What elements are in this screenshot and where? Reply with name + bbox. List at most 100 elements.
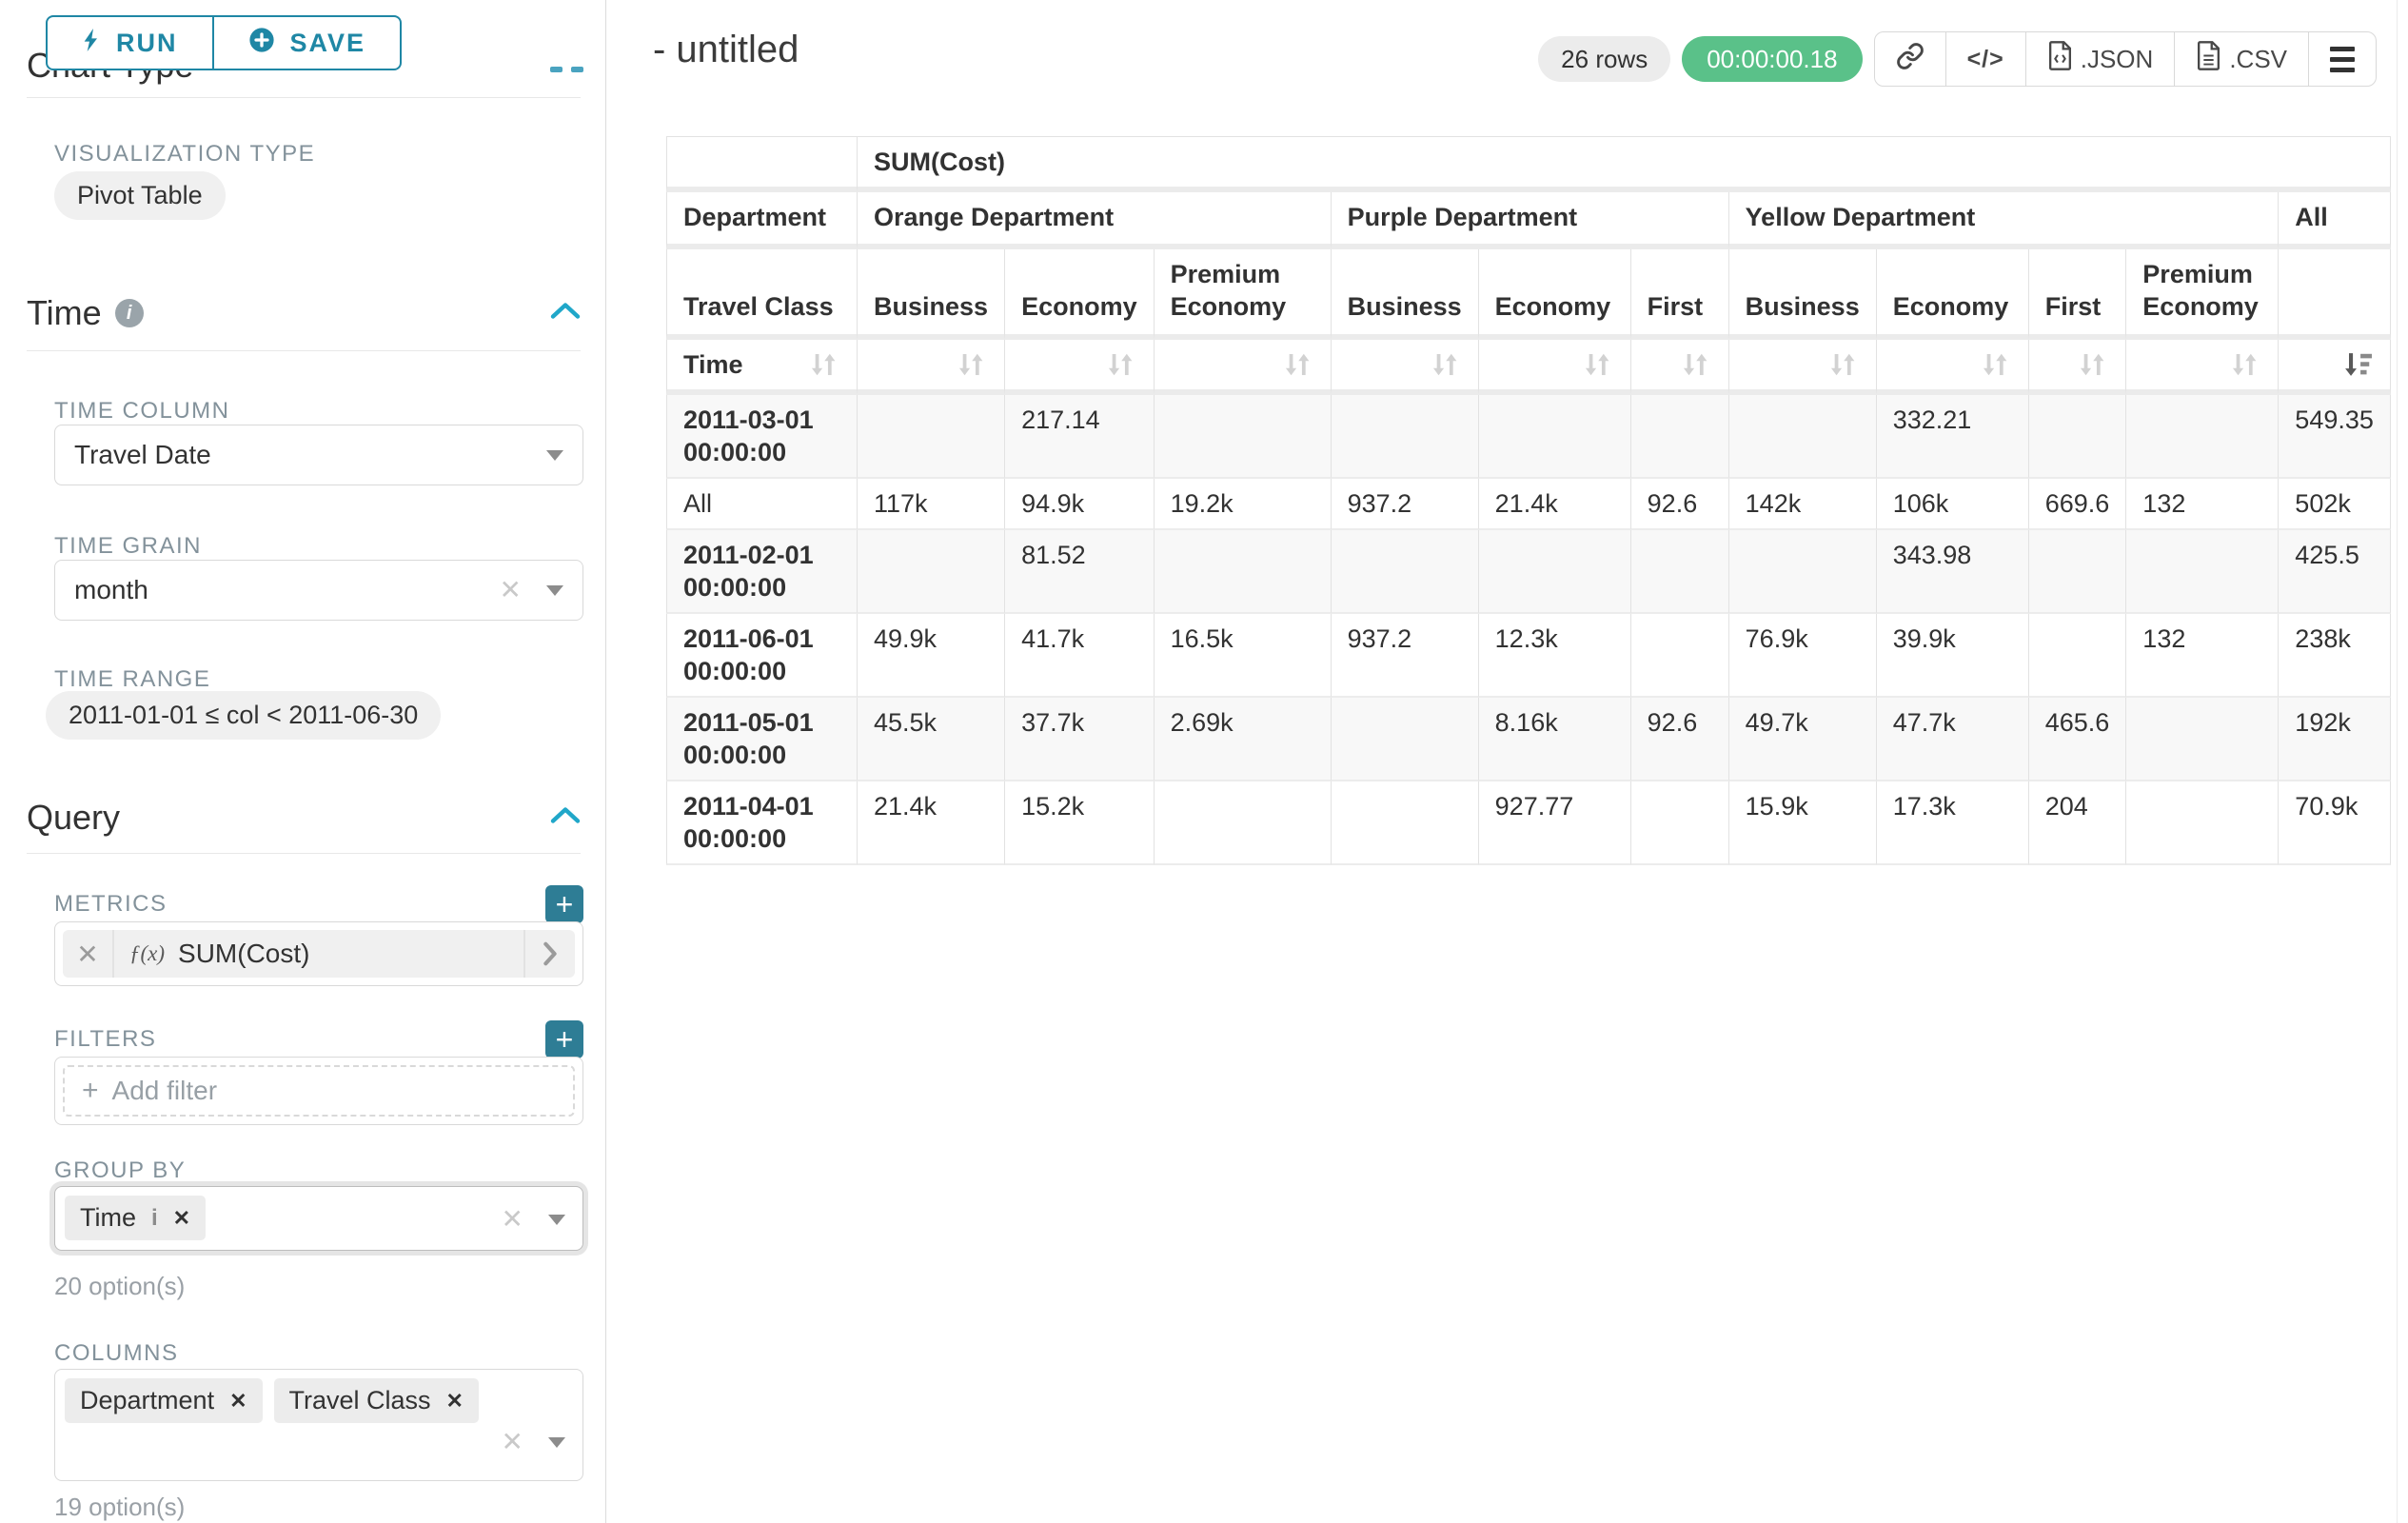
remove-tag-icon[interactable]: ✕ <box>446 1389 464 1414</box>
sortable-column-header[interactable] <box>2279 340 2391 395</box>
export-json-button[interactable]: .JSON <box>2026 32 2176 86</box>
share-link-button[interactable] <box>1875 32 1946 86</box>
sort-neutral-icon[interactable] <box>2227 348 2261 381</box>
chevron-up-icon[interactable] <box>550 806 581 829</box>
sort-neutral-icon[interactable] <box>806 348 840 381</box>
selected-option-tag[interactable]: Timei✕ <box>65 1196 206 1240</box>
clear-icon[interactable]: ✕ <box>502 1429 523 1455</box>
view-query-button[interactable]: </> <box>1946 32 2026 86</box>
sort-neutral-icon[interactable] <box>1280 348 1314 381</box>
sort-neutral-icon[interactable] <box>1978 348 2012 381</box>
chevron-fragment-icon <box>550 67 563 72</box>
travel-class-header: Premium Economy <box>2126 249 2279 340</box>
travel-class-header: First <box>2029 249 2127 340</box>
value-cell <box>1631 530 1729 614</box>
sortable-column-header[interactable]: Time <box>666 340 858 395</box>
add-filter-dropzone[interactable]: + Add filter <box>63 1065 575 1117</box>
value-cell: 37.7k <box>1005 698 1155 781</box>
sortable-column-header[interactable] <box>1877 340 2029 395</box>
time-grain-select[interactable]: month ✕ <box>54 560 583 621</box>
sort-desc-icon[interactable] <box>2339 348 2374 381</box>
filters-label: FILTERS <box>54 1026 156 1053</box>
travel-class-header: Business <box>1332 249 1479 340</box>
time-grain-label: TIME GRAIN <box>54 533 202 560</box>
group-by-select[interactable]: Timei✕ ✕ <box>54 1186 583 1251</box>
row-header-cell: 2011-06-01 00:00:00 <box>666 614 858 698</box>
add-metric-button[interactable]: + <box>545 885 583 923</box>
info-icon[interactable]: i <box>115 299 144 327</box>
save-button[interactable]: SAVE <box>212 15 403 70</box>
clear-icon[interactable]: ✕ <box>502 1206 523 1233</box>
value-cell: 15.2k <box>1005 781 1155 865</box>
travel-class-header: Business <box>858 249 1005 340</box>
value-cell: 70.9k <box>2279 781 2391 865</box>
sortable-column-header[interactable] <box>1005 340 1155 395</box>
sortable-column-header[interactable] <box>858 340 1005 395</box>
metric-item[interactable]: ✕ ƒ(x) SUM(Cost) <box>63 930 575 978</box>
function-icon: ƒ(x) <box>129 941 165 966</box>
selected-option-tag[interactable]: Department✕ <box>65 1378 263 1423</box>
value-cell: 2.69k <box>1155 698 1332 781</box>
chevron-down-icon[interactable] <box>548 1437 565 1448</box>
chevron-right-icon[interactable] <box>523 930 575 978</box>
sortable-column-header[interactable] <box>2029 340 2127 395</box>
value-cell <box>1729 395 1877 479</box>
sort-neutral-icon[interactable] <box>1580 348 1614 381</box>
remove-metric-icon[interactable]: ✕ <box>63 930 114 978</box>
corner-cell <box>666 136 858 192</box>
sort-neutral-icon[interactable] <box>1428 348 1462 381</box>
remove-tag-icon[interactable]: ✕ <box>229 1389 247 1414</box>
clear-icon[interactable]: ✕ <box>500 577 522 603</box>
selected-option-tag[interactable]: Travel Class✕ <box>274 1378 479 1423</box>
sortable-column-header[interactable] <box>1729 340 1877 395</box>
time-range-pill[interactable]: 2011-01-01 ≤ col < 2011-06-30 <box>46 691 441 740</box>
csv-file-icon <box>2196 41 2221 77</box>
viz-type-pill[interactable]: Pivot Table <box>54 171 226 220</box>
travel-class-header <box>2279 249 2391 340</box>
group-by-label: GROUP BY <box>54 1157 186 1184</box>
scroll-edge-divider <box>2397 0 2398 1523</box>
table-row: All117k94.9k19.2k937.221.4k92.6142k106k6… <box>666 479 2391 530</box>
sortable-column-header[interactable] <box>1479 340 1631 395</box>
sort-neutral-icon[interactable] <box>2075 348 2109 381</box>
filters-label-row: FILTERS + <box>54 1020 583 1058</box>
value-cell: 15.9k <box>1729 781 1877 865</box>
value-cell: 343.98 <box>1877 530 2029 614</box>
chevron-down-icon[interactable] <box>548 1215 565 1225</box>
value-cell: 238k <box>2279 614 2391 698</box>
value-cell: 332.21 <box>1877 395 2029 479</box>
sortable-column-header[interactable] <box>1631 340 1729 395</box>
sortable-column-header[interactable] <box>2126 340 2279 395</box>
remove-tag-icon[interactable]: ✕ <box>173 1206 190 1231</box>
columns-options-hint: 19 option(s) <box>54 1493 185 1522</box>
columns-select[interactable]: Department✕Travel Class✕ ✕ <box>54 1369 583 1481</box>
run-button[interactable]: RUN <box>46 15 214 70</box>
viz-type-label: VISUALIZATION TYPE <box>54 141 315 168</box>
info-icon[interactable]: i <box>151 1205 158 1232</box>
value-cell: 927.77 <box>1479 781 1631 865</box>
link-icon <box>1896 42 1924 77</box>
sort-neutral-icon[interactable] <box>954 348 988 381</box>
value-cell: 132 <box>2126 479 2279 530</box>
add-filter-button[interactable]: + <box>545 1020 583 1058</box>
time-section-header[interactable]: Time i <box>27 293 581 333</box>
row-axis-label-cell: Travel Class <box>666 249 858 340</box>
sort-neutral-icon[interactable] <box>1678 348 1712 381</box>
menu-button[interactable] <box>2309 32 2376 86</box>
sort-neutral-icon[interactable] <box>1103 348 1137 381</box>
code-icon: </> <box>1967 46 2004 73</box>
value-cell <box>2126 781 2279 865</box>
export-csv-button[interactable]: .CSV <box>2175 32 2309 86</box>
value-cell: 45.5k <box>858 698 1005 781</box>
sort-neutral-icon[interactable] <box>1826 348 1860 381</box>
value-cell <box>2029 530 2127 614</box>
query-section-header[interactable]: Query <box>27 798 581 838</box>
chevron-up-icon[interactable] <box>550 302 581 325</box>
department-group-header: All <box>2279 192 2391 249</box>
columns-label: COLUMNS <box>54 1340 179 1367</box>
sortable-column-header[interactable] <box>1155 340 1332 395</box>
value-cell: 81.52 <box>1005 530 1155 614</box>
time-column-select[interactable]: Travel Date <box>54 425 583 485</box>
plus-icon: + <box>82 1077 99 1105</box>
sortable-column-header[interactable] <box>1332 340 1479 395</box>
